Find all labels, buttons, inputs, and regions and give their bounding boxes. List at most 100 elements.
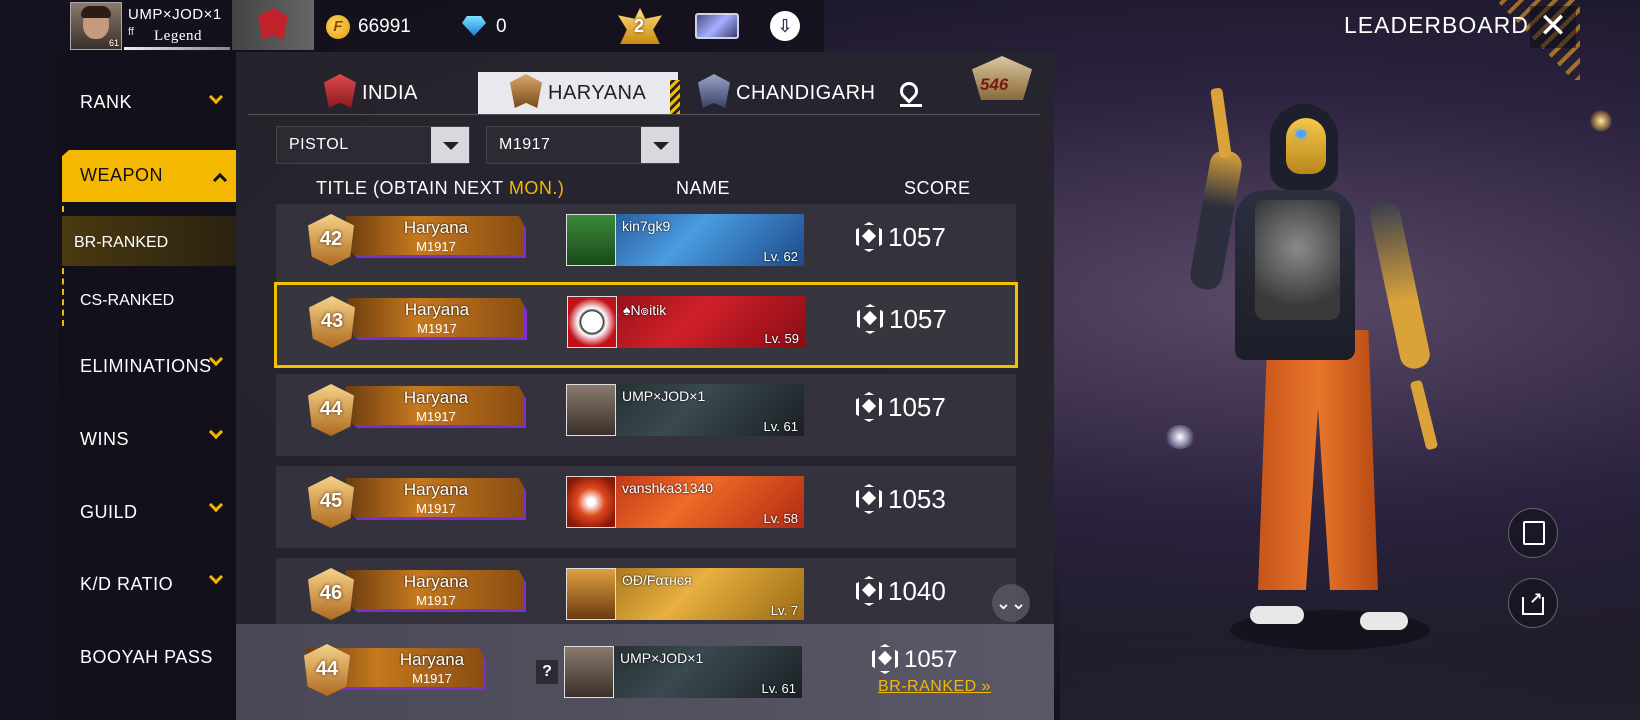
title-weapon: M1917 (416, 593, 456, 608)
ff-tag: ff (128, 26, 134, 38)
help-button[interactable]: ? (536, 660, 558, 684)
category-dropdown-value: PISTOL (289, 136, 349, 153)
sidebar-subitem-cs-ranked[interactable]: CS-RANKED (80, 292, 174, 310)
share-button[interactable]: ↗ (1508, 578, 1558, 628)
title-weapon: M1917 (416, 409, 456, 424)
column-header-score: SCORE (904, 178, 971, 198)
cloud-download-icon[interactable]: ⇩ (770, 11, 800, 41)
share-arrow-icon: ↗ (1529, 591, 1543, 608)
background-light (1165, 425, 1195, 449)
player-rank-title: Legend (154, 28, 202, 44)
player-avatar (564, 646, 614, 698)
chevron-down-icon (208, 424, 226, 445)
pistol-icon (1210, 87, 1232, 159)
player-avatar (566, 476, 616, 528)
player-name: ʘĐ/Fατнєя (622, 572, 692, 588)
gold-coin-icon: F (326, 15, 350, 39)
table-row[interactable]: 42 Haryana M1917 kin7gk9 Lv. 62 1057 (276, 204, 1016, 286)
title-region: Haryana (403, 480, 469, 499)
title-region: Haryana (403, 388, 469, 407)
title-weapon: M1917 (416, 239, 456, 254)
chevron-down-icon (208, 569, 226, 590)
background-light (1590, 110, 1612, 132)
tab-india[interactable]: INDIA (362, 82, 418, 124)
table-row[interactable]: 44 Haryana M1917 UMP×JOD×1 Lv. 61 1057 (276, 374, 1016, 456)
player-avatar (566, 214, 616, 266)
sidebar-item-booyah-pass[interactable]: BOOYAH PASS (80, 647, 213, 668)
pistol-icon (1409, 379, 1439, 451)
column-header-title: TITLE (OBTAIN NEXT MON.) (316, 178, 564, 199)
title-region: Haryana (404, 300, 470, 319)
chevron-up-icon (212, 170, 228, 188)
player-name-card[interactable]: ♠N๏itik Lv. 59 (567, 296, 805, 348)
character-shoe (1250, 606, 1304, 624)
br-ranked-link[interactable]: BR-RANKED » (878, 678, 991, 696)
score-value: 1057 (889, 304, 947, 334)
view-profile-button[interactable] (1508, 508, 1558, 558)
player-name: kin7gk9 (622, 218, 671, 234)
chevron-down-icon (208, 89, 226, 110)
player-name: UMP×JOD×1 (620, 650, 704, 666)
player-name: vanshka31340 (622, 480, 714, 496)
leaderboard-list[interactable]: 42 Haryana M1917 kin7gk9 Lv. 62 1057 43 … (236, 204, 1054, 624)
tab-chandigarh[interactable]: CHANDIGARH (736, 82, 875, 124)
membership-card-icon[interactable] (695, 13, 739, 39)
title-weapon: M1917 (416, 501, 456, 516)
sidebar-item-weapon[interactable]: WEAPON (62, 150, 236, 202)
title-weapon: M1917 (417, 321, 457, 336)
category-dropdown[interactable]: PISTOL (276, 126, 470, 164)
player-name-card[interactable]: kin7gk9 Lv. 62 (566, 214, 804, 266)
player-level: Lv. 62 (763, 249, 798, 264)
title-weapon: M1917 (412, 671, 452, 686)
coin-balance: 66991 (358, 16, 411, 37)
search-document-icon (1523, 521, 1545, 545)
player-name-card[interactable]: UMP×JOD×1 Lv. 61 (566, 384, 804, 436)
player-level: Lv. 61 (763, 419, 798, 434)
tab-haryana[interactable]: HARYANA (548, 82, 646, 124)
sidebar-item-rank[interactable]: RANK (80, 92, 132, 113)
chevron-down-icon (208, 351, 226, 372)
sidebar-subitem-br-ranked[interactable]: BR-RANKED (74, 234, 168, 252)
table-row[interactable]: 45 Haryana M1917 vanshka31340 Lv. 58 105… (276, 466, 1016, 548)
player-name: ♠N๏itik (623, 302, 667, 318)
season-badge-number: 546 (980, 75, 1009, 94)
my-rank-row[interactable]: 44 Haryana M1917 UMP×JOD×1 Lv. 61 1057 (236, 624, 1054, 720)
rank-progress-bar (124, 47, 230, 50)
player-level: Lv. 58 (763, 511, 798, 526)
column-header-name: NAME (676, 178, 731, 198)
weapon-dropdown-value: M1917 (499, 136, 551, 153)
column-header-title-text: TITLE (OBTAIN NEXT (316, 178, 509, 198)
player-name-card[interactable]: ʘĐ/Fατнєя Lv. 7 (566, 568, 804, 620)
tabs-divider (248, 114, 1040, 115)
dropdown-arrow (431, 127, 469, 163)
my-score-value: 1057 (904, 646, 958, 673)
table-row[interactable]: 46 Haryana M1917 ʘĐ/Fατнєя Lv. 7 1040 (276, 558, 1016, 624)
close-button[interactable]: ✕ (1530, 6, 1576, 48)
avatar-hair (81, 6, 111, 18)
scroll-down-button[interactable]: ⌄⌄ (992, 584, 1030, 622)
dropdown-arrow (641, 127, 679, 163)
score-value: 1057 (888, 392, 946, 422)
sidebar-item-wins[interactable]: WINS (80, 429, 129, 450)
sidebar-item-eliminations[interactable]: ELIMINATIONS (80, 356, 212, 377)
player-level: Lv. 59 (764, 331, 799, 346)
player-level: Lv. 7 (770, 603, 798, 618)
score-value: 1057 (888, 222, 946, 252)
tab-active-stripe (670, 80, 680, 114)
player-name-card[interactable]: vanshka31340 Lv. 58 (566, 476, 804, 528)
sidebar-item-label: WEAPON (80, 165, 164, 185)
player-name: UMP×JOD×1 (128, 6, 222, 23)
score-value: 1053 (888, 484, 946, 514)
sidebar-item-guild[interactable]: GUILD (80, 502, 138, 523)
player-avatar (566, 384, 616, 436)
weapon-dropdown[interactable]: M1917 (486, 126, 680, 164)
player-avatar[interactable]: 61 (70, 2, 122, 50)
sidebar-item-kd-ratio[interactable]: K/D RATIO (80, 574, 173, 595)
player-name-card[interactable]: UMP×JOD×1 Lv. 61 (564, 646, 802, 698)
score-value: 1040 (888, 576, 946, 606)
table-row-highlighted[interactable]: 43 Haryana M1917 ♠N๏itik Lv. 59 1057 (274, 282, 1018, 368)
character-shoe (1360, 612, 1408, 630)
title-region: Haryana (399, 650, 465, 669)
title-region: Haryana (403, 218, 469, 237)
title-region: Haryana (403, 572, 469, 591)
